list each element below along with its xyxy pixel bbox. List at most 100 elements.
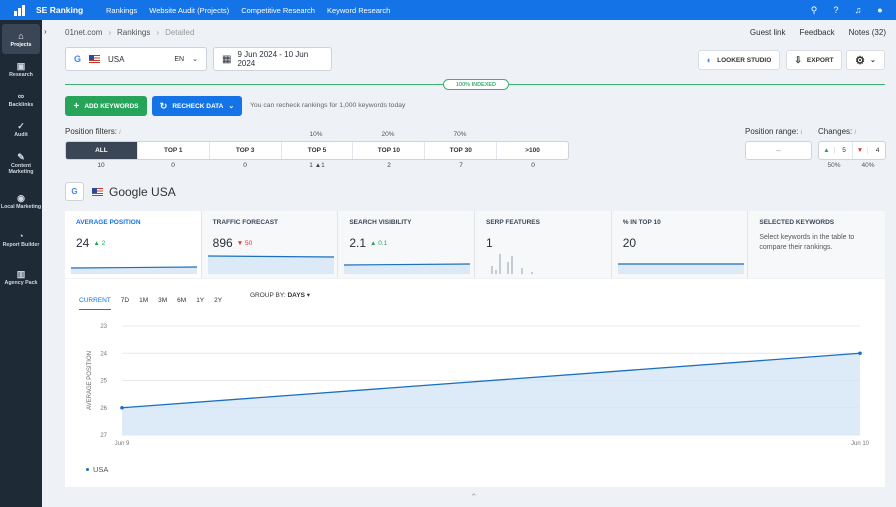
position-range-label: Position range: i xyxy=(745,127,802,136)
position-range-input[interactable]: – xyxy=(745,141,812,160)
breadcrumb-site[interactable]: 01net.com xyxy=(65,28,102,37)
top-icons: ⚲ ? ♫ ● xyxy=(808,4,886,16)
filter-tab-top1[interactable]: TOP 1 xyxy=(138,142,210,159)
card-average-position[interactable]: AVERAGE POSITION 24 ▲ 2 xyxy=(65,211,202,278)
chevron-up-icon[interactable]: ⌃ xyxy=(470,492,478,503)
range-current[interactable]: CURRENT xyxy=(79,297,111,310)
feedback-link[interactable]: Feedback xyxy=(800,28,835,37)
notes-link[interactable]: Notes (32) xyxy=(849,28,886,37)
count-over100: 0 xyxy=(531,162,535,169)
up-arrow-icon: ▲ xyxy=(93,240,100,247)
changes-up-button[interactable]: ▲ 5 xyxy=(819,142,853,159)
google-icon[interactable]: G xyxy=(65,182,84,201)
sidebar-item-projects[interactable]: ⌂ Projects xyxy=(2,24,40,54)
building-icon: ▥ xyxy=(16,268,26,279)
range-2y[interactable]: 2Y xyxy=(214,297,222,304)
range-1m[interactable]: 1M xyxy=(139,297,148,304)
location-pin-icon[interactable]: ⚲ xyxy=(808,4,820,16)
looker-studio-button[interactable]: ◐ LOOKER STUDIO xyxy=(698,50,780,70)
export-button[interactable]: ⇩ EXPORT xyxy=(786,50,842,70)
chevron-down-icon: ⌄ xyxy=(870,57,876,64)
time-range-tabs: CURRENT 7D 1M 3M 6M 1Y 2Y xyxy=(79,291,222,310)
changes-label: Changes: i xyxy=(818,127,856,136)
chart-point xyxy=(858,351,862,356)
gear-icon: ⚙ xyxy=(855,54,865,67)
sidebar-item-content-marketing[interactable]: ✎ Content Marketing xyxy=(0,144,42,182)
changes-down-button[interactable]: ▼ 4 xyxy=(853,142,886,159)
sidebar-item-research[interactable]: ▣ Research xyxy=(0,54,42,84)
user-icon[interactable]: ● xyxy=(874,4,886,16)
filter-tab-top10[interactable]: TOP 10 xyxy=(353,142,426,159)
card-traffic-forecast[interactable]: TRAFFIC FORECAST 896 ▼ 50 xyxy=(201,211,339,278)
sidebar-item-agency-pack[interactable]: ▥ Agency Pack xyxy=(0,258,42,296)
sparkline-search-visibility xyxy=(344,263,471,274)
filter-tab-top30[interactable]: TOP 30 xyxy=(425,142,498,159)
recheck-data-button[interactable]: ↻ RECHECK DATA ⌄ xyxy=(152,96,242,116)
sparkline-average-position xyxy=(71,266,197,274)
chart-y-label: AVERAGE POSITION xyxy=(87,351,93,410)
top-links: Guest link Feedback Notes (32) xyxy=(750,28,886,37)
top-bar: SE Ranking Rankings Website Audit (Proje… xyxy=(0,0,896,20)
chart-x-tick-label: Jun 9 xyxy=(115,441,130,447)
chart-point xyxy=(120,405,124,410)
country-label: USA xyxy=(108,54,125,64)
sidebar-item-audit[interactable]: ✓ Audit xyxy=(0,114,42,144)
sidebar: ⌂ Projects ▣ Research ∞ Backlinks ✓ Audi… xyxy=(0,20,42,507)
settings-button[interactable]: ⚙ ⌄ xyxy=(846,50,885,70)
range-6m[interactable]: 6M xyxy=(177,297,186,304)
brand[interactable]: SE Ranking xyxy=(0,0,100,20)
chart-y-tick-label: 27 xyxy=(100,433,107,439)
sidebar-item-backlinks[interactable]: ∞ Backlinks xyxy=(0,84,42,114)
group-by-select[interactable]: GROUP BY: DAYS ▾ xyxy=(250,291,310,299)
google-icon: G xyxy=(74,54,82,64)
breadcrumb-separator-icon: › xyxy=(156,28,160,37)
chart-y-ticks: 23 24 25 26 27 xyxy=(100,324,107,439)
chart-y-tick-label: 25 xyxy=(100,379,107,385)
breadcrumb-rankings[interactable]: Rankings xyxy=(117,28,150,37)
filter-tab-over100[interactable]: >100 xyxy=(497,142,568,159)
card-percent-top10[interactable]: % IN TOP 10 20 xyxy=(611,211,749,278)
card-selected-keywords[interactable]: SELECTED KEYWORDS Select keywords in the… xyxy=(748,211,886,278)
plus-icon: + xyxy=(73,100,80,112)
legend-label-usa: USA xyxy=(93,465,109,474)
down-arrow-icon: ▼ xyxy=(853,147,869,154)
download-icon: ⇩ xyxy=(794,54,802,65)
add-keywords-button[interactable]: + ADD KEYWORDS xyxy=(65,96,147,116)
nav-website-audit[interactable]: Website Audit (Projects) xyxy=(143,6,235,15)
chart-y-tick-label: 24 xyxy=(100,351,107,357)
filter-tab-top5[interactable]: TOP 5 xyxy=(282,142,354,159)
up-arrow-icon: ▲ xyxy=(819,147,835,154)
us-flag-icon xyxy=(92,188,103,196)
top5-percent: 10% xyxy=(309,131,323,138)
chart-y-tick-label: 26 xyxy=(100,406,107,412)
nav-keyword-research[interactable]: Keyword Research xyxy=(321,6,396,15)
card-search-visibility[interactable]: SEARCH VISIBILITY 2.1 ▲ 0.1 xyxy=(338,211,476,278)
sparkline-traffic-forecast xyxy=(207,255,334,274)
calendar-icon: ▦ xyxy=(222,53,232,65)
sidebar-item-report-builder[interactable]: ◔ Report Builder xyxy=(0,220,42,258)
chart-area-usa xyxy=(122,353,860,435)
top-nav: Rankings Website Audit (Projects) Compet… xyxy=(100,6,396,15)
chart-legend[interactable]: USA xyxy=(86,465,108,474)
date-range-picker[interactable]: ▦ 9 Jun 2024 - 10 Jun 2024 xyxy=(213,47,332,71)
home-icon: ⌂ xyxy=(18,30,24,41)
help-icon[interactable]: ? xyxy=(830,4,842,16)
sidebar-item-local-marketing[interactable]: ◉ Local Marketing xyxy=(0,182,42,220)
nav-competitive-research[interactable]: Competitive Research xyxy=(235,6,321,15)
guest-link[interactable]: Guest link xyxy=(750,28,786,37)
bell-icon[interactable]: ♫ xyxy=(852,4,864,16)
range-7d[interactable]: 7D xyxy=(121,297,129,304)
filter-tab-all[interactable]: ALL xyxy=(66,142,138,159)
location-select[interactable]: G USA EN ⌄ xyxy=(65,47,207,71)
filter-tab-top3[interactable]: TOP 3 xyxy=(210,142,282,159)
range-3m[interactable]: 3M xyxy=(158,297,167,304)
card-serp-features[interactable]: SERP FEATURES 1 xyxy=(475,211,612,278)
count-top3: 0 xyxy=(243,162,247,169)
chart-x-tick-label: Jun 10 xyxy=(851,441,870,447)
collapse-sidebar-icon[interactable]: › xyxy=(44,27,52,39)
date-range-label: 9 Jun 2024 - 10 Jun 2024 xyxy=(237,50,309,68)
nav-rankings[interactable]: Rankings xyxy=(100,6,143,15)
research-icon: ▣ xyxy=(16,60,26,71)
range-1y[interactable]: 1Y xyxy=(196,297,204,304)
serp-features-bars xyxy=(491,254,534,274)
